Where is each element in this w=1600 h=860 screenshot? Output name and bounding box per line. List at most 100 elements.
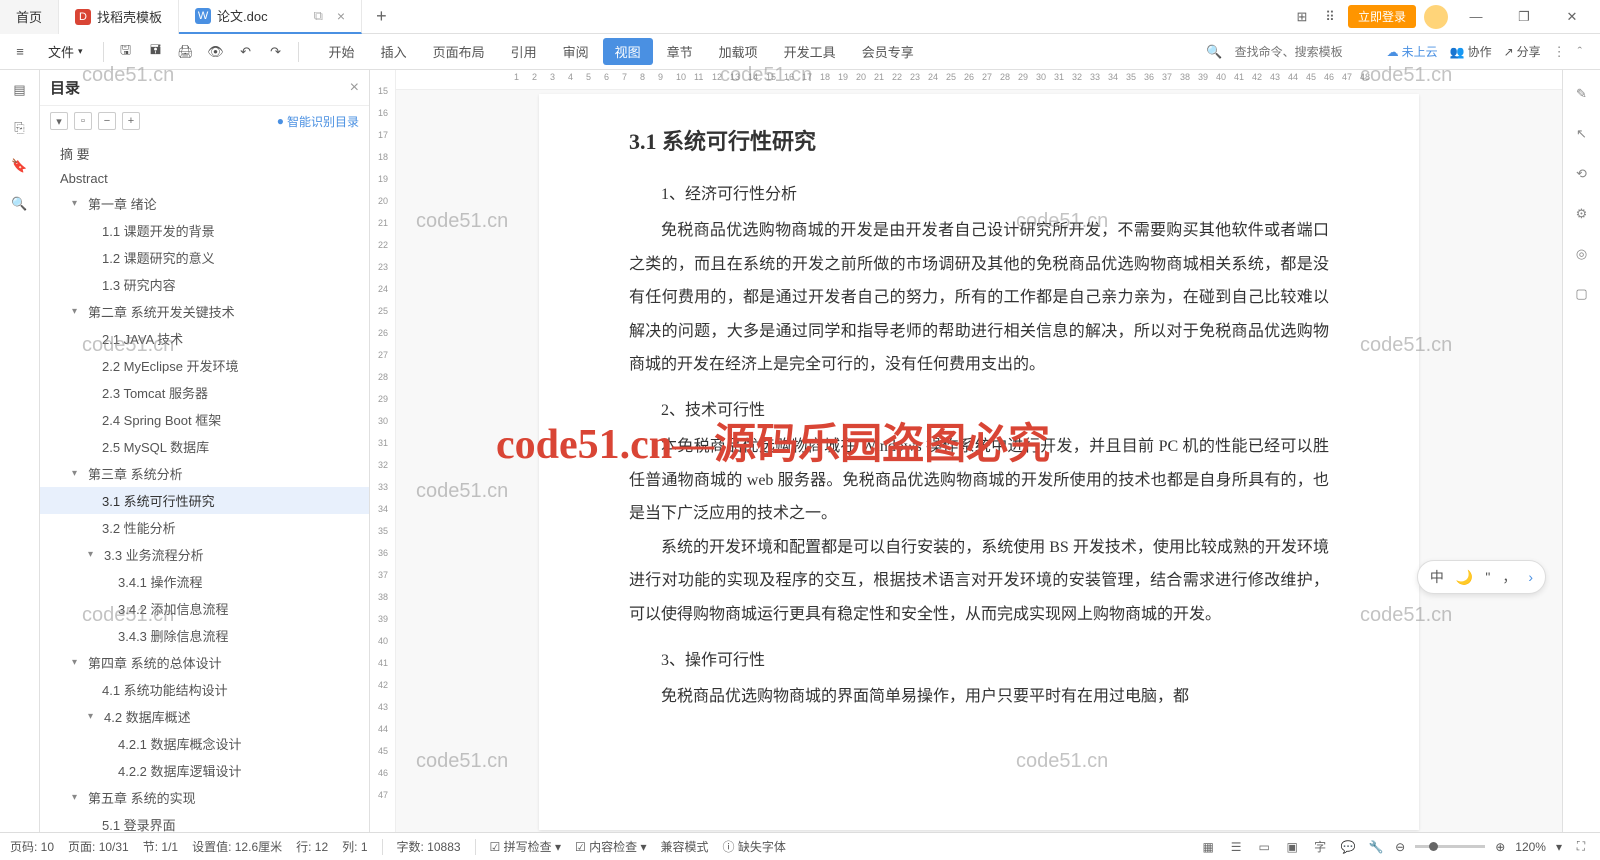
expand-icon[interactable]: ▾: [50, 112, 68, 130]
pencil-icon[interactable]: ✎: [1572, 84, 1592, 104]
close-button[interactable]: ✕: [1552, 3, 1592, 31]
outline-item[interactable]: 3.4.1 操作流程: [40, 568, 369, 595]
bookmark-icon[interactable]: 🔖: [10, 156, 30, 176]
set-value[interactable]: 设置值: 12.6厘米: [192, 838, 282, 855]
comma-icon[interactable]: ，: [1502, 567, 1516, 587]
outline-item[interactable]: 2.3 Tomcat 服务器: [40, 379, 369, 406]
undo-icon[interactable]: ↶: [234, 40, 258, 64]
outline-item[interactable]: 2.5 MySQL 数据库: [40, 433, 369, 460]
outline-item[interactable]: ▾第二章 系统开发关键技术: [40, 298, 369, 325]
view-page-icon[interactable]: ▦: [1199, 838, 1217, 856]
section[interactable]: 节: 1/1: [143, 838, 178, 855]
outline-item[interactable]: 1.2 课题研究的意义: [40, 244, 369, 271]
layout-icon[interactable]: ⊞: [1292, 7, 1312, 27]
outline-item[interactable]: Abstract: [40, 167, 369, 190]
collapse-all-icon[interactable]: ▫: [74, 112, 92, 130]
file-menu[interactable]: 文件 ▾: [38, 39, 93, 64]
outline-item[interactable]: ▾第三章 系统分析: [40, 460, 369, 487]
page-icon[interactable]: ▢: [1572, 284, 1592, 304]
outline-item[interactable]: 2.1 JAVA 技术: [40, 325, 369, 352]
maximize-button[interactable]: ❐: [1504, 3, 1544, 31]
redo-icon[interactable]: ↷: [264, 40, 288, 64]
menu-tab-1[interactable]: 插入: [369, 38, 419, 65]
wrench-icon[interactable]: 🔧: [1367, 838, 1385, 856]
new-tab-button[interactable]: +: [362, 6, 401, 27]
tab-document[interactable]: W 论文.doc ⧉ ×: [179, 0, 362, 34]
outline-item[interactable]: 4.2.2 数据库逻辑设计: [40, 757, 369, 784]
target-icon[interactable]: ◎: [1572, 244, 1592, 264]
outline-item[interactable]: 3.2 性能分析: [40, 514, 369, 541]
tab-template[interactable]: D 找稻壳模板: [59, 0, 179, 34]
tab-split-icon[interactable]: ⧉: [314, 8, 323, 24]
menu-tab-5[interactable]: 视图: [603, 38, 653, 65]
save-icon[interactable]: 🖫: [114, 40, 138, 64]
outline-item[interactable]: ▾第五章 系统的实现: [40, 784, 369, 811]
hamburger-icon[interactable]: ≡: [8, 40, 32, 64]
zoom-slider[interactable]: [1415, 845, 1485, 848]
outline-item[interactable]: ▾3.3 业务流程分析: [40, 541, 369, 568]
outline-item[interactable]: 2.2 MyEclipse 开发环境: [40, 352, 369, 379]
words-icon[interactable]: 字: [1311, 838, 1329, 856]
link-icon[interactable]: ⟲: [1572, 164, 1592, 184]
save-as-icon[interactable]: 🖬: [144, 40, 168, 64]
cursor-icon[interactable]: ↖: [1572, 124, 1592, 144]
menu-tab-6[interactable]: 章节: [655, 38, 705, 65]
cloud-link[interactable]: ☁ 未上云: [1387, 43, 1438, 60]
menu-tab-7[interactable]: 加载项: [707, 38, 770, 65]
settings-icon[interactable]: ⚙: [1572, 204, 1592, 224]
col[interactable]: 列: 1: [342, 838, 367, 855]
login-button[interactable]: 立即登录: [1348, 5, 1416, 28]
more-icon[interactable]: ⋮: [1553, 44, 1566, 60]
share-link[interactable]: ↗ 分享: [1504, 43, 1541, 60]
page-number[interactable]: 页码: 10: [10, 838, 54, 855]
zoom-value[interactable]: 120%: [1515, 840, 1546, 854]
view-web-icon[interactable]: ▭: [1255, 838, 1273, 856]
outline-item[interactable]: 1.1 课题开发的背景: [40, 217, 369, 244]
document-page[interactable]: 3.1 系统可行性研究 1、经济可行性分析 免税商品优选购物商城的开发是由开发者…: [539, 94, 1419, 830]
menu-tab-9[interactable]: 会员专享: [850, 38, 926, 65]
nav-icon[interactable]: ⎘: [10, 118, 30, 138]
outline-item[interactable]: 4.2.1 数据库概念设计: [40, 730, 369, 757]
menu-tab-2[interactable]: 页面布局: [421, 38, 497, 65]
outline-icon[interactable]: ▤: [10, 80, 30, 100]
ime-lang[interactable]: 中: [1430, 567, 1444, 587]
quote-icon[interactable]: ": [1485, 569, 1490, 585]
view-read-icon[interactable]: ▣: [1283, 838, 1301, 856]
chevron-down-icon[interactable]: ▾: [1556, 840, 1562, 854]
outline-item[interactable]: ▾第一章 绪论: [40, 190, 369, 217]
compat-mode[interactable]: 兼容模式: [660, 838, 708, 855]
menu-tab-8[interactable]: 开发工具: [772, 38, 848, 65]
outline-item[interactable]: 1.3 研究内容: [40, 271, 369, 298]
chevron-right-icon[interactable]: ›: [1528, 569, 1533, 585]
close-icon[interactable]: ×: [337, 8, 345, 24]
menu-tab-4[interactable]: 审阅: [551, 38, 601, 65]
view-outline-icon[interactable]: ☰: [1227, 838, 1245, 856]
avatar[interactable]: [1424, 5, 1448, 29]
row[interactable]: 行: 12: [296, 838, 328, 855]
collab-link[interactable]: 👥 协作: [1450, 43, 1492, 60]
preview-icon[interactable]: 👁: [204, 40, 228, 64]
ime-pill[interactable]: 中 🌙 " ， ›: [1417, 560, 1546, 594]
outline-item[interactable]: 3.1 系统可行性研究: [40, 487, 369, 514]
minimize-button[interactable]: —: [1456, 3, 1496, 31]
search-input[interactable]: [1235, 45, 1375, 59]
outline-item[interactable]: 摘 要: [40, 140, 369, 167]
outline-item[interactable]: ▾4.2 数据库概述: [40, 703, 369, 730]
moon-icon[interactable]: 🌙: [1456, 569, 1473, 586]
tab-home[interactable]: 首页: [0, 0, 59, 34]
outline-item[interactable]: 5.1 登录界面: [40, 811, 369, 832]
chevron-icon[interactable]: ˆ: [1578, 44, 1582, 59]
content-check[interactable]: ☑ 内容检查 ▾: [575, 838, 646, 855]
page-count[interactable]: 页面: 10/31: [68, 838, 129, 855]
outline-item[interactable]: 3.4.3 删除信息流程: [40, 622, 369, 649]
smart-outline-link[interactable]: ● 智能识别目录: [277, 113, 359, 130]
missing-font[interactable]: ⓘ 缺失字体: [723, 838, 786, 855]
fullscreen-icon[interactable]: ⛶: [1572, 838, 1590, 856]
char-count[interactable]: 字数: 10883: [397, 838, 461, 855]
apps-icon[interactable]: ⠿: [1320, 7, 1340, 27]
outline-item[interactable]: 2.4 Spring Boot 框架: [40, 406, 369, 433]
outline-item[interactable]: 3.4.2 添加信息流程: [40, 595, 369, 622]
close-icon[interactable]: ×: [350, 79, 359, 97]
plus-icon[interactable]: +: [122, 112, 140, 130]
print-icon[interactable]: 🖨: [174, 40, 198, 64]
